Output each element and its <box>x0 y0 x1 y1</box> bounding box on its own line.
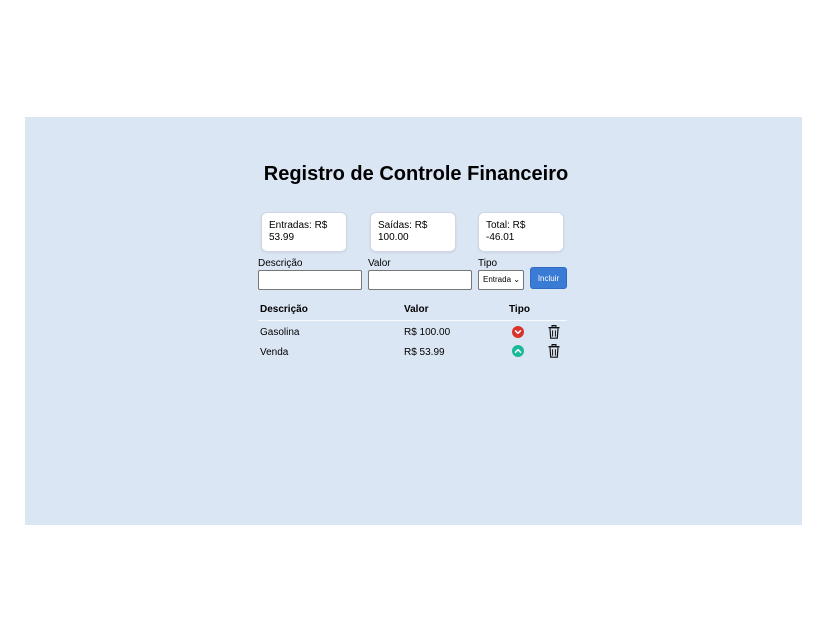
incluir-button[interactable]: Incluir <box>530 267 567 289</box>
descricao-label: Descrição <box>258 258 303 269</box>
row-2-valor: R$ 53.99 <box>404 347 445 358</box>
row-1-descricao: Gasolina <box>260 327 300 338</box>
trash-icon[interactable] <box>548 325 560 339</box>
trash-icon[interactable] <box>548 344 560 358</box>
header-descricao: Descrição <box>260 304 308 315</box>
total-value: -46.01 <box>486 232 515 243</box>
chevron-down-icon: ⌄ <box>513 275 520 284</box>
chevron-down-icon <box>512 326 524 338</box>
entradas-value: 53.99 <box>269 232 295 243</box>
saidas-label: Saídas: R$ <box>378 220 428 231</box>
header-divider <box>258 320 567 321</box>
saidas-card: Saídas: R$ 100.00 <box>370 212 456 252</box>
header-tipo: Tipo <box>509 304 530 315</box>
row-2-descricao: Venda <box>260 347 289 358</box>
valor-input[interactable] <box>368 270 472 290</box>
tipo-label: Tipo <box>478 258 498 269</box>
valor-label: Valor <box>368 258 391 269</box>
total-card: Total: R$ -46.01 <box>478 212 564 252</box>
row-1-valor: R$ 100.00 <box>404 327 451 338</box>
descricao-input[interactable] <box>258 270 362 290</box>
chevron-up-icon <box>512 345 524 357</box>
entradas-label: Entradas: R$ <box>269 220 328 231</box>
tipo-selected-value: Entrada <box>483 275 512 284</box>
header-valor: Valor <box>404 304 429 315</box>
entradas-card: Entradas: R$ 53.99 <box>261 212 347 252</box>
total-label: Total: R$ <box>486 220 526 231</box>
tipo-select[interactable]: Entrada ⌄ <box>478 270 524 290</box>
page-title: Registro de Controle Financeiro <box>263 163 569 185</box>
saidas-value: 100.00 <box>378 232 409 243</box>
